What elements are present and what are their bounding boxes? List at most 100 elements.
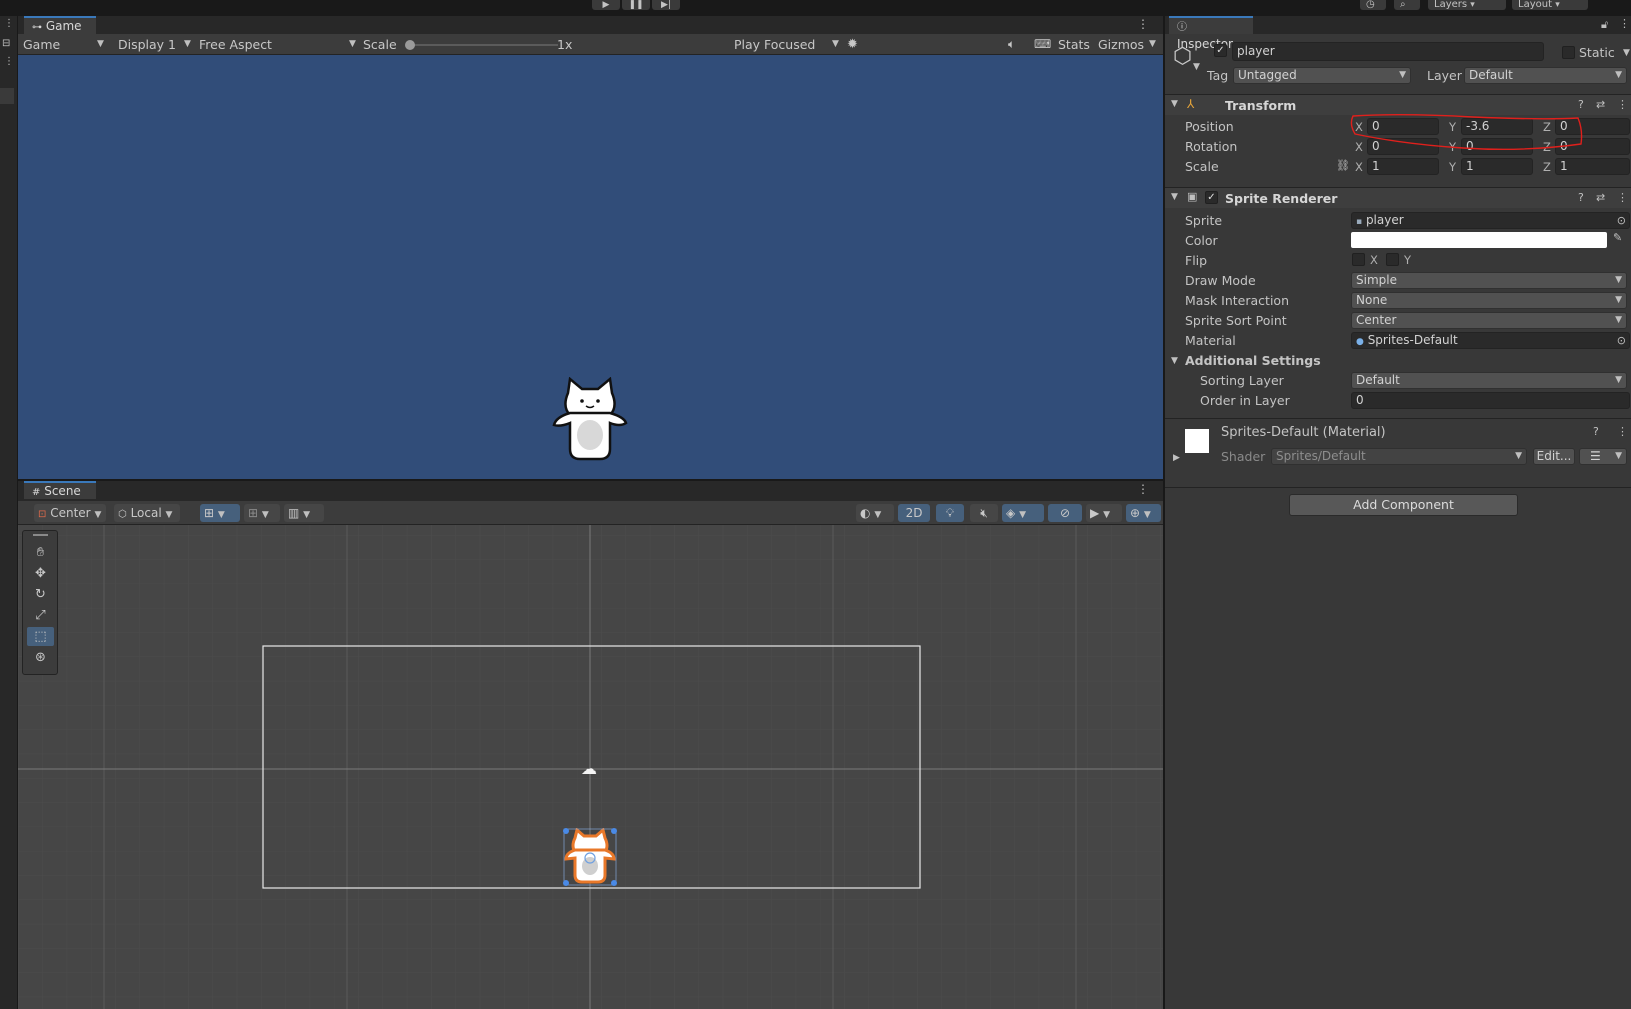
lock-icon[interactable]: 🔓︎ [1601,18,1608,32]
scale-z-field[interactable]: 1 [1555,158,1630,175]
move-tool-icon[interactable]: ✥ [27,564,54,583]
material-foldout-icon[interactable]: ▶ [1173,453,1180,463]
sprite-renderer-enabled-checkbox[interactable]: ✓ [1205,191,1218,204]
sorting-layer-dropdown[interactable]: Default ▼ [1351,372,1627,389]
game-view-dropdown[interactable]: Game ▼ [23,34,107,55]
scale-value: 1x [557,37,573,52]
play-icon[interactable]: ▶ [592,0,620,10]
sprite-renderer-header[interactable]: ▼ ▣ ✓ Sprite Renderer ? ⇄ ⋮ [1165,187,1631,208]
edit-shader-button[interactable]: Edit... [1533,448,1575,465]
tab-scene[interactable]: # Scene [24,481,96,499]
additional-settings-label[interactable]: Additional Settings [1185,353,1321,368]
mask-interaction-dropdown[interactable]: None ▼ [1351,292,1627,309]
play-mode-dropdown[interactable]: Play Focused ▼ [734,34,844,55]
camera-gizmo-icon[interactable]: ☁ [581,759,597,778]
pause-icon[interactable]: ❚❚ [622,0,650,10]
stats-button[interactable]: Stats [1058,34,1090,55]
flip-x-checkbox[interactable] [1352,253,1365,266]
scale-tool-icon[interactable]: ⤢ [27,606,54,625]
add-component-button[interactable]: Add Component [1289,494,1518,516]
audio-mute-icon[interactable]: 🔇︎ [970,504,998,522]
display-dropdown[interactable]: Display 1 ▼ [118,34,198,55]
tag-dropdown[interactable]: Untagged ▼ [1233,67,1411,84]
help-icon[interactable]: ? [1593,425,1599,438]
pivot-dropdown[interactable]: ⊡ Center ▼ [34,504,106,522]
step-icon[interactable]: ▶| [652,0,680,10]
gizmos-button[interactable]: Gizmos [1098,34,1144,55]
material-object-field[interactable]: ● Sprites-Default ⊙ [1351,332,1630,349]
scale-slider-track[interactable] [408,44,558,46]
hierarchy-icon[interactable]: ⊟ [2,38,10,49]
keyboard-icon[interactable]: ⌨ [1034,34,1051,55]
drag-handle[interactable] [33,534,48,536]
component-menu-icon[interactable]: ⋮ [1617,98,1628,111]
panel-menu-icon[interactable]: ⋮ [1619,17,1630,30]
grid-snap-button[interactable]: ⊞ ▼ [200,504,240,522]
transform-tool-icon[interactable]: ⊛ [27,648,54,667]
left-dock-strip: ⋮ ⊟ ⋮ [0,16,18,1009]
help-icon[interactable]: ? [1578,191,1584,204]
gizmos-scene-button[interactable]: ⊕ ▼ [1126,504,1161,522]
aspect-dropdown[interactable]: Free Aspect ▼ [199,34,359,55]
layer-dropdown[interactable]: Default ▼ [1464,67,1627,84]
lighting-icon[interactable]: 💡︎ [936,504,964,522]
tab-game[interactable]: ⊶ Game [24,16,96,34]
scene-viewport[interactable]: ☁ [18,525,1163,1009]
effects-button[interactable]: ◈ ▼ [1002,504,1044,522]
static-dropdown-icon[interactable]: ▼ [1623,48,1630,58]
preset-icon[interactable]: ⇄ [1596,98,1605,111]
order-in-layer-value: 0 [1356,393,1364,407]
shader-options-dropdown[interactable]: ☰ ▼ [1579,448,1627,465]
game-viewport[interactable] [18,55,1163,479]
object-picker-icon[interactable]: ⊙ [1617,213,1626,228]
draw-mode-dropdown[interactable]: Simple ▼ [1351,272,1627,289]
audio-icon[interactable]: 🔈︎ [1008,34,1015,55]
panel-menu-icon[interactable]: ⋮ [1137,17,1149,31]
flip-y-checkbox[interactable] [1386,253,1399,266]
rotate-tool-icon[interactable]: ↻ [27,585,54,604]
scale-x-field[interactable]: 1 [1367,158,1439,175]
preset-icon[interactable]: ⇄ [1596,191,1605,204]
order-in-layer-field[interactable]: 0 [1351,392,1630,409]
shader-dropdown[interactable]: Sprites/Default ▼ [1271,448,1527,465]
color-swatch[interactable] [1351,232,1607,248]
scene-tab-bar: # Scene ⋮ [18,479,1163,501]
visibility-icon[interactable]: ⊘ [1048,504,1082,522]
history-icon[interactable]: ◷ [1360,0,1386,10]
link-icon[interactable]: ⛓︎ [1336,159,1350,172]
object-name-input[interactable]: player [1232,42,1544,61]
panel-menu-icon[interactable]: ⋮ [1137,482,1149,496]
active-checkbox[interactable]: ✓ [1214,44,1227,57]
scale-slider-thumb[interactable] [405,40,415,50]
layout-dropdown[interactable]: Layout ▾ [1512,0,1588,10]
mode-2d-button[interactable]: 2D [898,504,930,522]
hand-tool-icon[interactable]: ✋︎ [27,543,54,562]
bug-icon[interactable]: ✹ [847,34,858,55]
object-picker-icon[interactable]: ⊙ [1617,333,1626,348]
icon-dropdown-icon[interactable]: ▼ [1193,62,1200,72]
more-icon[interactable]: ⋮ [4,18,14,29]
sprite-object-field[interactable]: ▪ player ⊙ [1351,212,1630,229]
camera-button[interactable]: ▶ ▼ [1086,504,1122,522]
eyedropper-icon[interactable]: ✎ [1613,231,1622,244]
selected-player-sprite[interactable] [563,828,617,886]
rect-tool-icon[interactable]: ⬚ [27,627,54,646]
search-icon[interactable]: ⌕ [1394,0,1420,10]
collapsed-tab[interactable] [0,88,14,104]
additional-settings-foldout-icon[interactable]: ▼ [1171,356,1178,366]
ruler-button[interactable]: ▥ ▼ [284,504,324,522]
more-icon[interactable]: ⋮ [4,56,14,67]
draw-mode-button[interactable]: ◐ ▼ [856,504,894,522]
component-menu-icon[interactable]: ⋮ [1617,425,1628,438]
space-dropdown[interactable]: ⬡ Local ▼ [114,504,180,522]
scale-y-field[interactable]: 1 [1461,158,1533,175]
layers-dropdown[interactable]: Layers ▾ [1428,0,1506,10]
red-annotation-scribble [1350,114,1583,151]
increment-snap-button[interactable]: ⊞ ▼ [244,504,280,522]
sprite-sort-point-dropdown[interactable]: Center ▼ [1351,312,1627,329]
sprite-sort-point-label: Sprite Sort Point [1185,313,1287,328]
tab-inspector[interactable]: ⓘ Inspector [1169,16,1253,51]
gizmos-dropdown-icon[interactable]: ▼ [1149,34,1156,55]
static-checkbox[interactable] [1562,46,1575,59]
component-menu-icon[interactable]: ⋮ [1617,191,1628,204]
